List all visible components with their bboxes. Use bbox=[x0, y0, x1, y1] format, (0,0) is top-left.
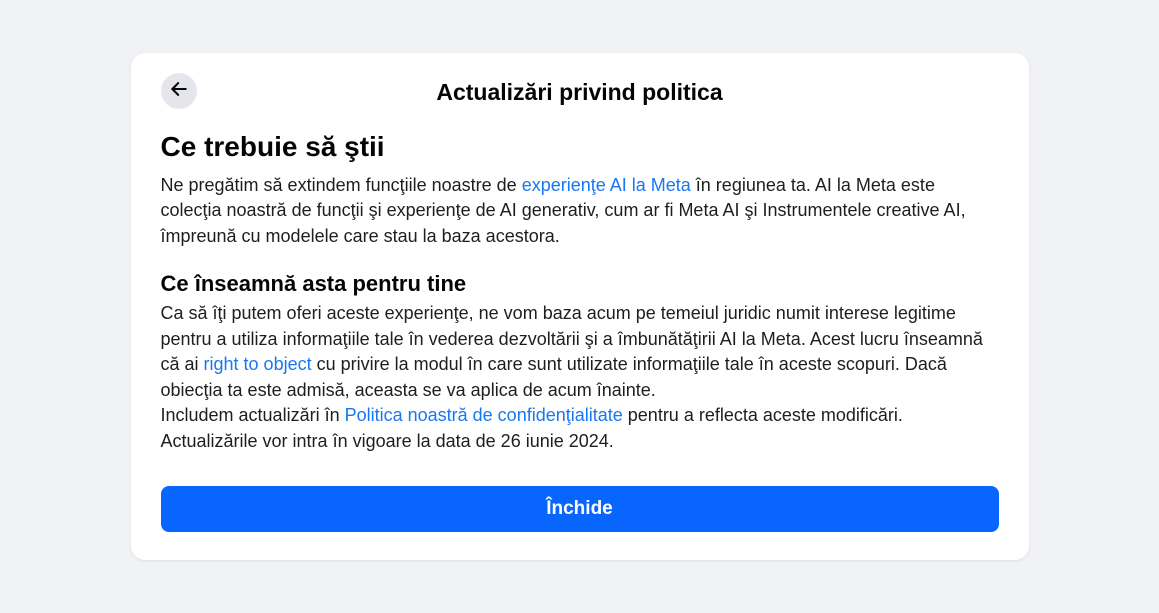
paragraph-2: Ca să îţi putem oferi aceste experienţe,… bbox=[161, 301, 999, 403]
heading-what-this-means: Ce înseamnă asta pentru tine bbox=[161, 271, 999, 297]
back-button[interactable] bbox=[161, 73, 197, 109]
close-button[interactable]: Închide bbox=[161, 486, 999, 532]
paragraph-1: Ne pregătim să extindem funcţiile noastr… bbox=[161, 173, 999, 250]
heading-what-you-need-to-know: Ce trebuie să ştii bbox=[161, 131, 999, 163]
dialog-header: Actualizări privind politica bbox=[161, 73, 999, 113]
text-segment: Includem actualizări în bbox=[161, 405, 345, 425]
dialog-title: Actualizări privind politica bbox=[436, 79, 722, 106]
policy-update-dialog: Actualizări privind politica Ce trebuie … bbox=[131, 53, 1029, 561]
text-segment: Ne pregătim să extindem funcţiile noastr… bbox=[161, 175, 522, 195]
link-ai-experiences[interactable]: experienţe AI la Meta bbox=[522, 175, 691, 195]
link-right-to-object[interactable]: right to object bbox=[204, 354, 312, 374]
paragraph-3: Includem actualizări în Politica noastră… bbox=[161, 403, 999, 454]
link-privacy-policy[interactable]: Politica noastră de confidenţialitate bbox=[345, 405, 623, 425]
arrow-left-icon bbox=[169, 79, 189, 102]
